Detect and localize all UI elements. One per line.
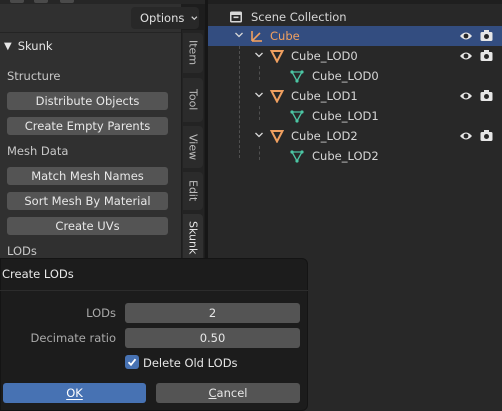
outliner-row-label: Scene Collection (251, 10, 347, 24)
mesh-data-icon (290, 110, 304, 123)
outliner-row-lod2[interactable]: Cube_LOD2 (208, 126, 502, 146)
outliner-row-cube[interactable]: Cube (208, 26, 502, 46)
decimate-ratio-field[interactable]: 0.50 (125, 328, 300, 348)
outliner-row-lod1[interactable]: Cube_LOD1 (208, 86, 502, 106)
outliner-row-label: Cube_LOD1 (291, 89, 358, 103)
tab-tool[interactable]: Tool (183, 78, 203, 122)
camera-icon[interactable] (480, 49, 493, 62)
sort-mesh-by-material-button[interactable]: Sort Mesh By Material (7, 192, 168, 210)
mesh-data-icon (290, 70, 304, 83)
header-strip (0, 0, 205, 4)
distribute-objects-button[interactable]: Distribute Objects (7, 92, 168, 110)
header-tool-icon[interactable] (60, 0, 74, 3)
outliner-row-label: Cube_LOD2 (291, 129, 358, 143)
eye-icon[interactable] (459, 50, 473, 62)
tab-item[interactable]: Item (183, 33, 203, 73)
header-tool-icon[interactable] (10, 0, 24, 3)
outliner-row-label: Cube (270, 29, 300, 43)
outliner-row-label: Cube_LOD0 (312, 69, 379, 83)
section-label-structure: Structure (7, 69, 61, 83)
options-label: Options (140, 11, 185, 25)
expand-arrow-icon[interactable] (254, 90, 264, 100)
cancel-mnemonic: C (208, 386, 217, 400)
section-label-mesh-data: Mesh Data (7, 144, 69, 158)
outliner-row-lod0[interactable]: Cube_LOD0 (208, 46, 502, 66)
ok-button[interactable]: OK (3, 383, 146, 403)
mesh-object-icon (270, 130, 284, 143)
chevron-down-icon (191, 16, 198, 21)
camera-icon[interactable] (480, 29, 493, 42)
tab-view[interactable]: View (183, 126, 203, 168)
expand-arrow-icon[interactable] (234, 30, 244, 40)
outliner-row-lod0-mesh[interactable]: Cube_LOD0 (208, 66, 502, 86)
dialog-title: Create LODs (2, 267, 74, 281)
cancel-label-rest: ancel (216, 386, 248, 400)
tab-label: Edit (186, 180, 200, 202)
section-label-lods: LODs (7, 244, 37, 258)
eye-icon[interactable] (459, 130, 473, 142)
cancel-button[interactable]: Cancel (156, 383, 300, 403)
divider (0, 290, 308, 291)
tab-skunk[interactable]: Skunk (183, 214, 203, 262)
mesh-data-icon (290, 150, 304, 163)
tab-label: View (186, 133, 200, 161)
outliner-row-label: Cube_LOD1 (312, 109, 379, 123)
header-tool-icon[interactable] (34, 0, 48, 3)
mesh-object-icon (270, 90, 284, 103)
tab-label: Item (186, 40, 200, 66)
collapse-arrow-icon: ▼ (4, 40, 12, 52)
empty-axes-icon (251, 31, 262, 42)
camera-icon[interactable] (480, 89, 493, 102)
tab-label: Tool (186, 89, 200, 111)
tab-label: Skunk (186, 221, 200, 255)
eye-icon[interactable] (459, 30, 473, 42)
outliner-row-label: Cube_LOD2 (312, 149, 379, 163)
eye-icon[interactable] (459, 90, 473, 102)
panel-header-skunk[interactable]: ▼ Skunk (4, 36, 177, 56)
camera-icon[interactable] (480, 129, 493, 142)
match-mesh-names-button[interactable]: Match Mesh Names (7, 167, 168, 185)
scene-collection-icon (230, 11, 242, 23)
lods-label: LODs (86, 306, 116, 320)
expand-arrow-icon[interactable] (254, 130, 264, 140)
options-dropdown[interactable]: Options (131, 7, 199, 29)
outliner-row-label: Cube_LOD0 (291, 49, 358, 63)
outliner-header (208, 0, 502, 4)
panel-title: Skunk (17, 39, 53, 53)
delete-old-lods-label[interactable]: Delete Old LODs (143, 356, 238, 370)
decimate-ratio-label: Decimate ratio (30, 331, 116, 345)
outliner-row-lod1-mesh[interactable]: Cube_LOD1 (208, 106, 502, 126)
outliner-row-lod2-mesh[interactable]: Cube_LOD2 (208, 146, 502, 166)
create-uvs-button[interactable]: Create UVs (7, 217, 168, 235)
divider (0, 32, 181, 33)
delete-old-lods-checkbox[interactable] (125, 355, 139, 369)
outliner-row-scene-collection[interactable]: Scene Collection (208, 7, 502, 27)
lods-field[interactable]: 2 (125, 303, 300, 323)
tab-edit[interactable]: Edit (183, 172, 203, 210)
expand-arrow-icon[interactable] (254, 50, 264, 60)
checkmark-icon (127, 358, 137, 367)
create-empty-parents-button[interactable]: Create Empty Parents (7, 117, 168, 135)
mesh-object-icon (270, 50, 284, 63)
